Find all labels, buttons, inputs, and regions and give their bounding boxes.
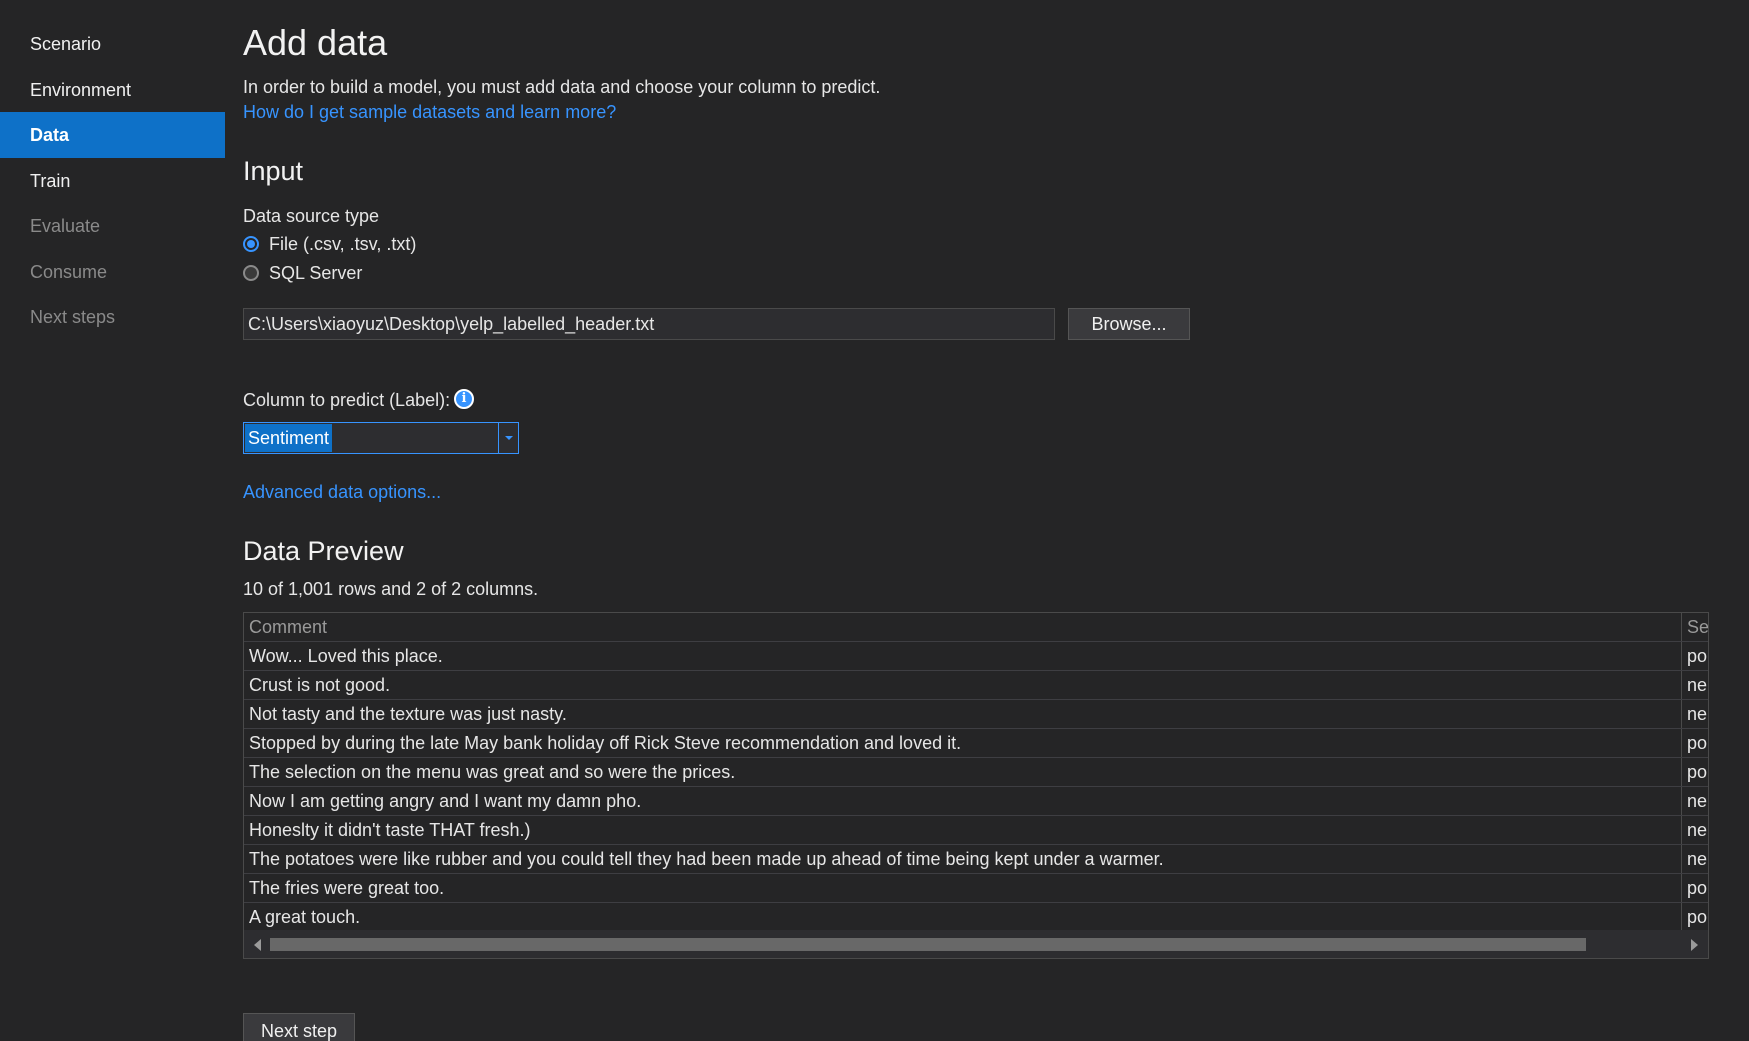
sentiment-cell: po [1687, 762, 1708, 782]
sidebar-item-label: Data [30, 125, 70, 145]
sidebar-item-label: Environment [30, 80, 132, 100]
table-row: Wow... Loved this place. po [244, 642, 1708, 671]
table-row: The potatoes were like rubber and you co… [244, 845, 1708, 874]
intro-text: In order to build a model, you must add … [243, 77, 881, 97]
column-to-predict-dropdown[interactable]: Sentiment [243, 422, 519, 454]
scroll-thumb[interactable] [270, 938, 1586, 951]
table-row: Not tasty and the texture was just nasty… [244, 700, 1708, 729]
chevron-down-icon[interactable] [498, 423, 518, 453]
sentiment-cell: ne [1687, 704, 1708, 724]
comment-cell: Honeslty it didn't taste THAT fresh.) [244, 816, 1682, 844]
sentiment-cell: po [1687, 646, 1708, 666]
column-to-predict-label: Column to predict (Label): [243, 390, 451, 410]
preview-row-count: 10 of 1,001 rows and 2 of 2 columns. [243, 579, 539, 599]
data-source-type-label: Data source type [243, 206, 380, 226]
comment-cell: Not tasty and the texture was just nasty… [244, 700, 1682, 728]
sidebar-item-label: Evaluate [30, 216, 101, 236]
sidebar-item-environment[interactable]: Environment [0, 67, 225, 113]
sidebar-item-scenario[interactable]: Scenario [0, 21, 225, 67]
sidebar-item-label: Train [30, 171, 71, 191]
comment-cell: The fries were great too. [244, 874, 1682, 902]
radio-unchecked-icon[interactable] [243, 265, 259, 281]
sample-datasets-link[interactable]: How do I get sample datasets and learn m… [243, 102, 616, 123]
table-row: Crust is not good. ne [244, 671, 1708, 700]
sidebar-item-consume[interactable]: Consume [0, 249, 225, 295]
comment-cell: Crust is not good. [244, 671, 1682, 699]
scroll-right-arrow-icon[interactable] [1691, 939, 1698, 951]
info-icon[interactable]: i [454, 389, 474, 409]
table-row: Honeslty it didn't taste THAT fresh.) ne [244, 816, 1708, 845]
column-header-comment[interactable]: Comment [244, 613, 1682, 641]
table-row: The selection on the menu was great and … [244, 758, 1708, 787]
comment-cell: Wow... Loved this place. [244, 642, 1682, 670]
table-row: A great touch. po [244, 903, 1708, 932]
sidebar-item-next-steps[interactable]: Next steps [0, 294, 225, 340]
input-section-title: Input [243, 156, 304, 186]
file-source-label: File (.csv, .tsv, .txt) [269, 233, 417, 254]
data-preview-title: Data Preview [243, 536, 404, 566]
radio-checked-icon[interactable] [243, 236, 259, 252]
sentiment-cell: po [1687, 878, 1708, 898]
table-row: Stopped by during the late May bank holi… [244, 729, 1708, 758]
comment-cell: The selection on the menu was great and … [244, 758, 1682, 786]
column-header-sentiment[interactable]: Se [1682, 613, 1708, 641]
sentiment-cell: po [1687, 907, 1708, 927]
comment-cell: A great touch. [244, 903, 1682, 931]
file-source-radio[interactable]: File (.csv, .tsv, .txt) [243, 232, 416, 256]
comment-cell: The potatoes were like rubber and you co… [244, 845, 1682, 873]
dropdown-selected-value: Sentiment [245, 424, 333, 452]
sidebar-nav: Scenario Environment Data Train Evaluate… [0, 0, 225, 1041]
sidebar-item-label: Scenario [30, 34, 102, 54]
scroll-left-arrow-icon[interactable] [254, 939, 261, 951]
browse-button[interactable]: Browse... [1068, 308, 1190, 340]
file-path-input[interactable] [243, 308, 1055, 340]
sql-server-label: SQL Server [269, 262, 363, 283]
comment-cell: Now I am getting angry and I want my dam… [244, 787, 1682, 815]
sentiment-cell: ne [1687, 820, 1708, 840]
app-window: Scenario Environment Data Train Evaluate… [0, 0, 1749, 1041]
sidebar-item-label: Consume [30, 262, 108, 282]
sentiment-cell: ne [1687, 675, 1708, 695]
sidebar-item-train[interactable]: Train [0, 158, 225, 204]
data-preview-grid[interactable]: Comment Se Wow... Loved this place. po C… [243, 612, 1709, 959]
sentiment-cell: ne [1687, 849, 1708, 869]
main-content: Add data In order to build a model, you … [243, 0, 1733, 1041]
sidebar-item-label: Next steps [30, 307, 116, 327]
horizontal-scrollbar[interactable] [244, 930, 1708, 958]
sidebar-item-data[interactable]: Data [0, 112, 225, 158]
next-step-button[interactable]: Next step [243, 1013, 355, 1041]
grid-header-row: Comment Se [244, 613, 1708, 642]
comment-cell: Stopped by during the late May bank holi… [244, 729, 1682, 757]
advanced-data-options-link[interactable]: Advanced data options... [243, 482, 441, 503]
sidebar-item-evaluate[interactable]: Evaluate [0, 203, 225, 249]
sentiment-cell: po [1687, 733, 1708, 753]
table-row: Now I am getting angry and I want my dam… [244, 787, 1708, 816]
table-row: The fries were great too. po [244, 874, 1708, 903]
sentiment-cell: ne [1687, 791, 1708, 811]
page-title: Add data [243, 22, 388, 63]
sql-server-radio[interactable]: SQL Server [243, 261, 362, 285]
